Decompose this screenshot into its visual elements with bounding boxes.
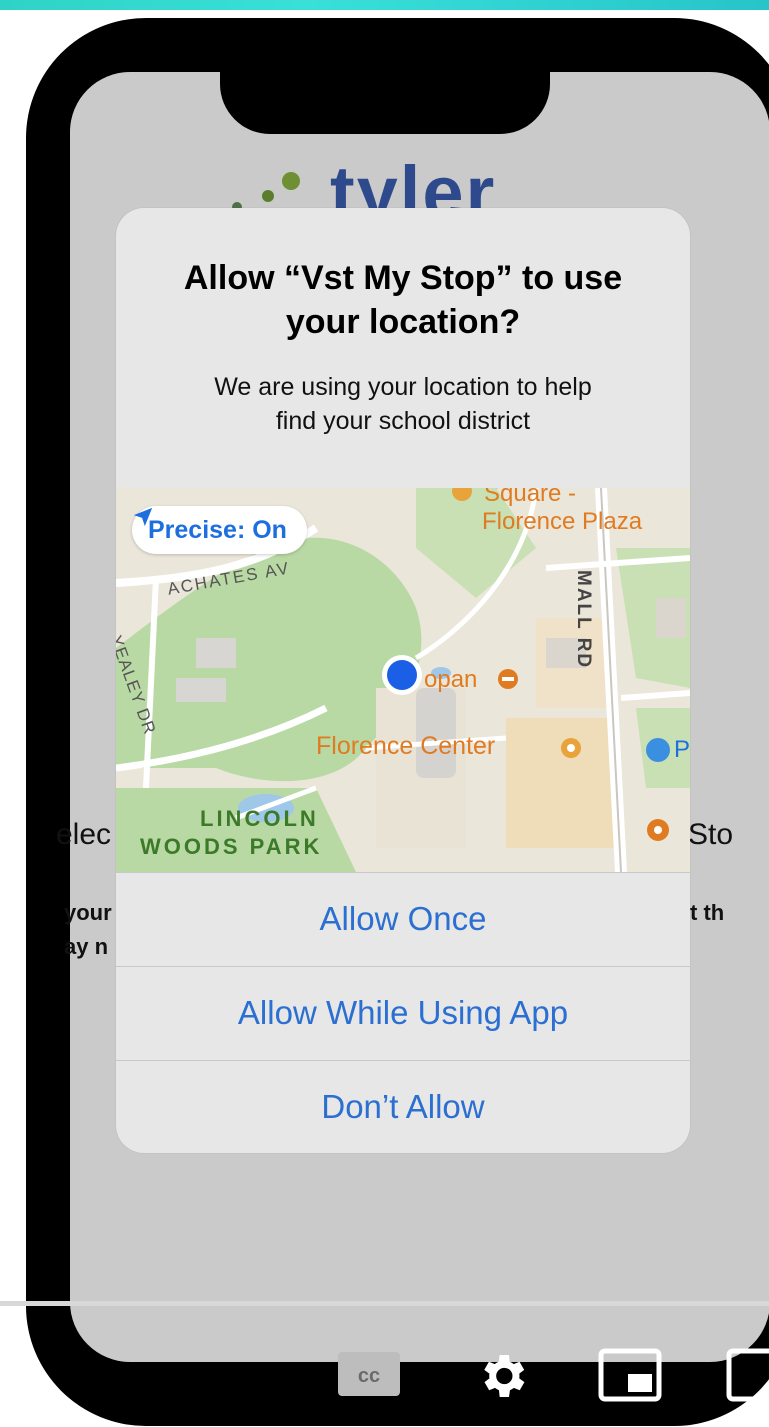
map-label-lincoln: LINCOLN <box>200 806 319 831</box>
alert-message: We are using your location to help find … <box>136 370 670 438</box>
allow-while-using-button[interactable]: Allow While Using App <box>116 966 690 1060</box>
alert-message-line-2: find your school district <box>275 407 531 435</box>
alert-title: Allow “Vst My Stop” to use your location… <box>116 256 690 344</box>
map-label-partial-p: P <box>674 736 690 763</box>
background-text-stop: Sto <box>688 818 734 851</box>
current-location-dot <box>387 660 417 690</box>
alert-title-line-1: Allow “Vst My Stop” to use <box>183 259 623 297</box>
alert-title-line-2: your location? <box>285 303 521 341</box>
map-label-florence-plaza: Florence Plaza <box>482 508 643 535</box>
video-progress-bar[interactable] <box>0 1301 769 1306</box>
background-text-that: t th <box>690 900 725 925</box>
map-label-mall-rd: MALL RD <box>573 570 594 670</box>
map-label-woods-park: WOODS PARK <box>140 834 323 859</box>
background-text-your: your <box>64 900 112 925</box>
dont-allow-button[interactable]: Don’t Allow <box>116 1060 690 1153</box>
location-arrow-icon <box>133 507 153 527</box>
background-text-may: ay n <box>64 934 109 959</box>
alert-message-line-1: We are using your location to help <box>214 373 592 401</box>
theater-icon[interactable] <box>726 1348 769 1402</box>
location-permission-alert: Allow “Vst My Stop” to use your location… <box>116 208 690 1153</box>
top-accent-strip <box>0 0 769 10</box>
map-label-florence-center: Florence Center <box>316 732 496 760</box>
cc-icon[interactable]: cc <box>338 1352 400 1396</box>
precise-label: Precise: On <box>148 515 287 544</box>
miniplayer-icon[interactable] <box>598 1348 662 1402</box>
map-label-opan: opan <box>424 666 478 693</box>
background-text-select: elec <box>56 818 112 851</box>
gear-icon[interactable] <box>474 1348 530 1404</box>
allow-once-button[interactable]: Allow Once <box>116 872 690 966</box>
map-label-square: Square - <box>484 488 577 507</box>
svg-text:cc: cc <box>358 1365 380 1387</box>
phone-notch <box>220 72 550 134</box>
location-map[interactable]: Precise: On Square - Florence Plaza ACHA… <box>116 488 690 872</box>
precise-location-toggle[interactable]: Precise: On <box>132 506 307 554</box>
